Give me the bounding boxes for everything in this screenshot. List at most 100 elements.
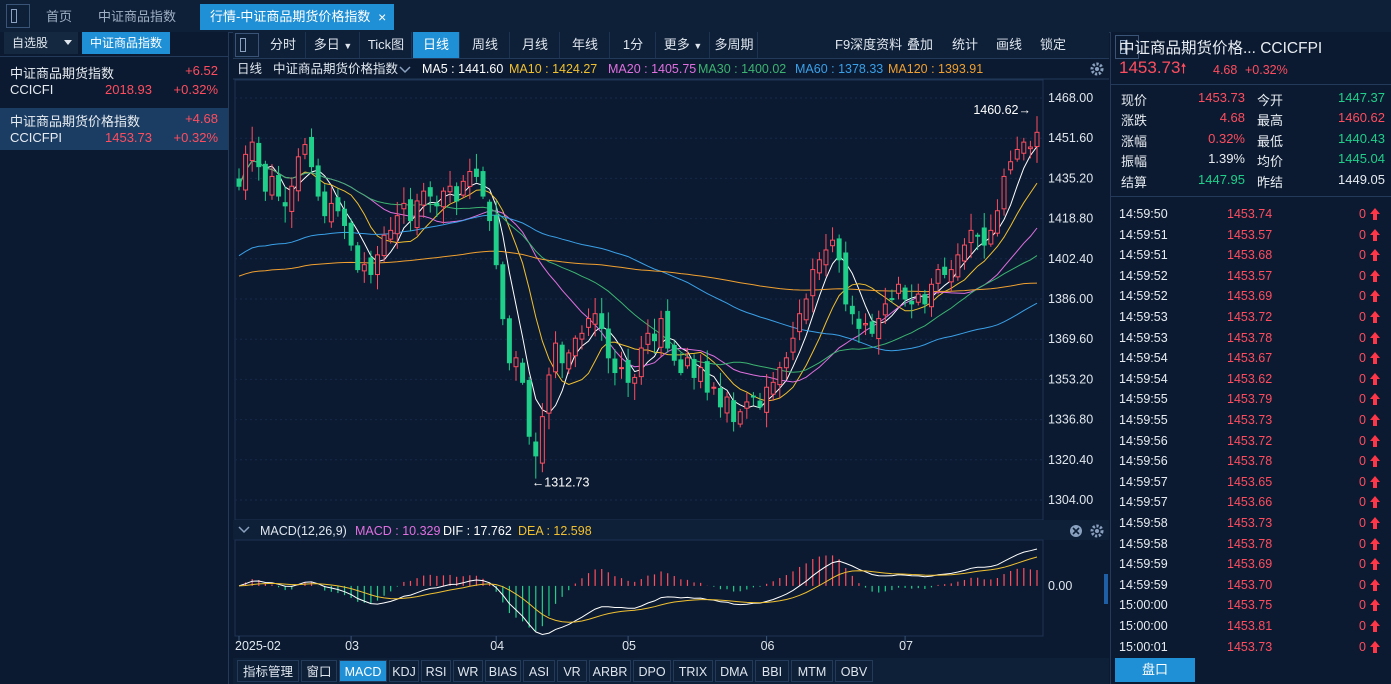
candle-body bbox=[368, 257, 374, 275]
indicator-tab-bbi[interactable]: BBI bbox=[755, 660, 789, 682]
period-intraday[interactable]: 分时 bbox=[261, 32, 306, 58]
item-change: +4.68 bbox=[185, 111, 218, 126]
stat-value: 1449.05 bbox=[1338, 171, 1385, 187]
item-price: 1453.73 bbox=[105, 130, 152, 145]
candle bbox=[256, 136, 262, 181]
list-item-ccicfi[interactable]: 中证商品期货指数 +6.52 CCICFI 2018.93 +0.32% bbox=[0, 60, 228, 102]
period-multiday[interactable]: 多日 ▼ bbox=[307, 32, 360, 58]
period-more[interactable]: 更多 ▼ bbox=[657, 32, 710, 58]
period-1min[interactable]: 1分 bbox=[611, 32, 656, 58]
candle-body bbox=[440, 190, 446, 208]
list-item-ccicfpi-selected[interactable]: 中证商品期货价格指数 +4.68 CCICFPI 1453.73 +0.32% bbox=[0, 108, 228, 150]
dropdown-arrow-icon: ▼ bbox=[693, 41, 703, 51]
chevron-down-icon[interactable] bbox=[64, 40, 72, 45]
tab-index-list[interactable]: 中证商品指数 bbox=[82, 32, 171, 54]
period-yearly[interactable]: 年线 bbox=[561, 32, 610, 58]
candle-body bbox=[915, 293, 921, 303]
candle bbox=[711, 382, 717, 395]
period-tick[interactable]: Tick图 bbox=[361, 32, 412, 58]
candle bbox=[506, 315, 512, 371]
candle-body bbox=[948, 269, 954, 283]
overlay-button[interactable]: 叠加 bbox=[907, 32, 933, 58]
tick-price: 1453.73 bbox=[1227, 516, 1273, 530]
candle-body bbox=[454, 186, 460, 202]
settings-gear-icon[interactable] bbox=[1090, 62, 1104, 76]
candle-body bbox=[467, 171, 473, 187]
tick-price: 1453.72 bbox=[1227, 310, 1273, 324]
candle-body bbox=[836, 238, 842, 261]
indicator-tab-arbr[interactable]: ARBR bbox=[589, 660, 631, 682]
tick-volume: 0 bbox=[1359, 351, 1366, 366]
candle-body bbox=[981, 227, 987, 246]
candle-body bbox=[882, 303, 888, 316]
up-arrow-icon bbox=[1370, 372, 1380, 385]
tick-volume: 0 bbox=[1359, 577, 1366, 592]
period-monthly[interactable]: 月线 bbox=[511, 32, 560, 58]
candle-body bbox=[658, 318, 664, 348]
candle-body bbox=[414, 200, 420, 229]
tick-price: 1453.78 bbox=[1227, 536, 1273, 551]
ma-lines bbox=[238, 146, 1038, 414]
indicator-tab-wr[interactable]: WR bbox=[453, 660, 483, 682]
indicator-tab-vr[interactable]: VR bbox=[557, 660, 587, 682]
stat-label: 最高 bbox=[1257, 113, 1284, 129]
period-weekly[interactable]: 周线 bbox=[461, 32, 510, 58]
kline-chart[interactable]: 日线 中证商品期货价格指数 MA5 : 1441.60 MA10 : 1424.… bbox=[233, 58, 1109, 658]
tick-row: 14:59:55 1453.79 0 bbox=[1111, 389, 1391, 410]
candle-body bbox=[355, 245, 361, 271]
tab-csi-commodity[interactable]: 中证商品指数 bbox=[88, 4, 186, 30]
indicator-tab-bias[interactable]: BIAS bbox=[485, 660, 521, 682]
tab-home[interactable]: 首页 bbox=[36, 4, 82, 30]
draw-line-button[interactable]: 画线 bbox=[996, 32, 1022, 58]
tick-row: 15:00:00 1453.81 0 bbox=[1111, 616, 1391, 637]
candle bbox=[698, 354, 704, 389]
tick-row: 14:59:51 1453.68 0 bbox=[1111, 245, 1391, 266]
indicator-tab-mtm[interactable]: MTM bbox=[791, 660, 833, 682]
candle-body bbox=[671, 344, 677, 361]
indicator-tab-kdj[interactable]: KDJ bbox=[389, 660, 419, 682]
candle-body bbox=[473, 168, 479, 177]
ma60-label: MA60 : 1378.33 bbox=[795, 62, 883, 76]
indicator-tab-obv[interactable]: OBV bbox=[835, 660, 873, 682]
scroll-indicator[interactable] bbox=[1104, 574, 1108, 604]
indicator-tab-rsi[interactable]: RSI bbox=[421, 660, 451, 682]
chevron-down-icon[interactable] bbox=[399, 66, 411, 74]
tick-volume: 0 bbox=[1359, 639, 1366, 654]
tab-quote-active[interactable]: 行情-中证商品期货价格指数 × bbox=[200, 4, 395, 30]
candle-body bbox=[599, 313, 605, 329]
period-multi-cycle[interactable]: 多周期 bbox=[711, 32, 758, 58]
settings-gear-icon[interactable] bbox=[1090, 524, 1104, 538]
candle bbox=[843, 241, 849, 312]
f9-depth-button[interactable]: F9深度资料 bbox=[835, 32, 902, 58]
ma10-line bbox=[238, 160, 1038, 402]
indicator-manage-button[interactable]: 指标管理 bbox=[237, 660, 299, 682]
up-arrow-icon bbox=[1370, 311, 1380, 323]
up-arrow-icon bbox=[1370, 578, 1380, 591]
layout-toggle-icon[interactable] bbox=[6, 4, 30, 28]
indicator-tab-macd[interactable]: MACD bbox=[339, 660, 387, 682]
tick-volume: 0 bbox=[1359, 598, 1366, 613]
up-arrow-icon bbox=[1370, 269, 1380, 282]
period-daily[interactable]: 日线 bbox=[413, 32, 460, 58]
candle bbox=[368, 250, 374, 284]
candle-body bbox=[1021, 141, 1027, 154]
indicator-tab-dpo[interactable]: DPO bbox=[633, 660, 671, 682]
candle bbox=[500, 261, 506, 326]
stats-button[interactable]: 统计 bbox=[952, 32, 978, 58]
tick-volume: 0 bbox=[1359, 330, 1366, 345]
sidebar-toggle-icon[interactable] bbox=[235, 33, 259, 57]
candle bbox=[579, 325, 585, 350]
macd-title: MACD(12,26,9) bbox=[260, 524, 347, 538]
indicator-tab-asi[interactable]: ASI bbox=[523, 660, 555, 682]
window-button[interactable]: 窗口 bbox=[301, 660, 337, 682]
close-icon[interactable] bbox=[1070, 525, 1082, 537]
candle bbox=[295, 148, 301, 202]
indicator-tab-trix[interactable]: TRIX bbox=[673, 660, 713, 682]
tick-volume: 0 bbox=[1359, 536, 1366, 551]
tab-order-book[interactable]: 盘口 bbox=[1115, 658, 1195, 682]
up-arrow-icon bbox=[1370, 249, 1380, 262]
indicator-tab-dma[interactable]: DMA bbox=[715, 660, 753, 682]
lock-button[interactable]: 锁定 bbox=[1040, 32, 1066, 58]
tab-close-icon[interactable]: × bbox=[378, 4, 386, 30]
tick-row: 14:59:51 1453.57 0 bbox=[1111, 225, 1391, 246]
